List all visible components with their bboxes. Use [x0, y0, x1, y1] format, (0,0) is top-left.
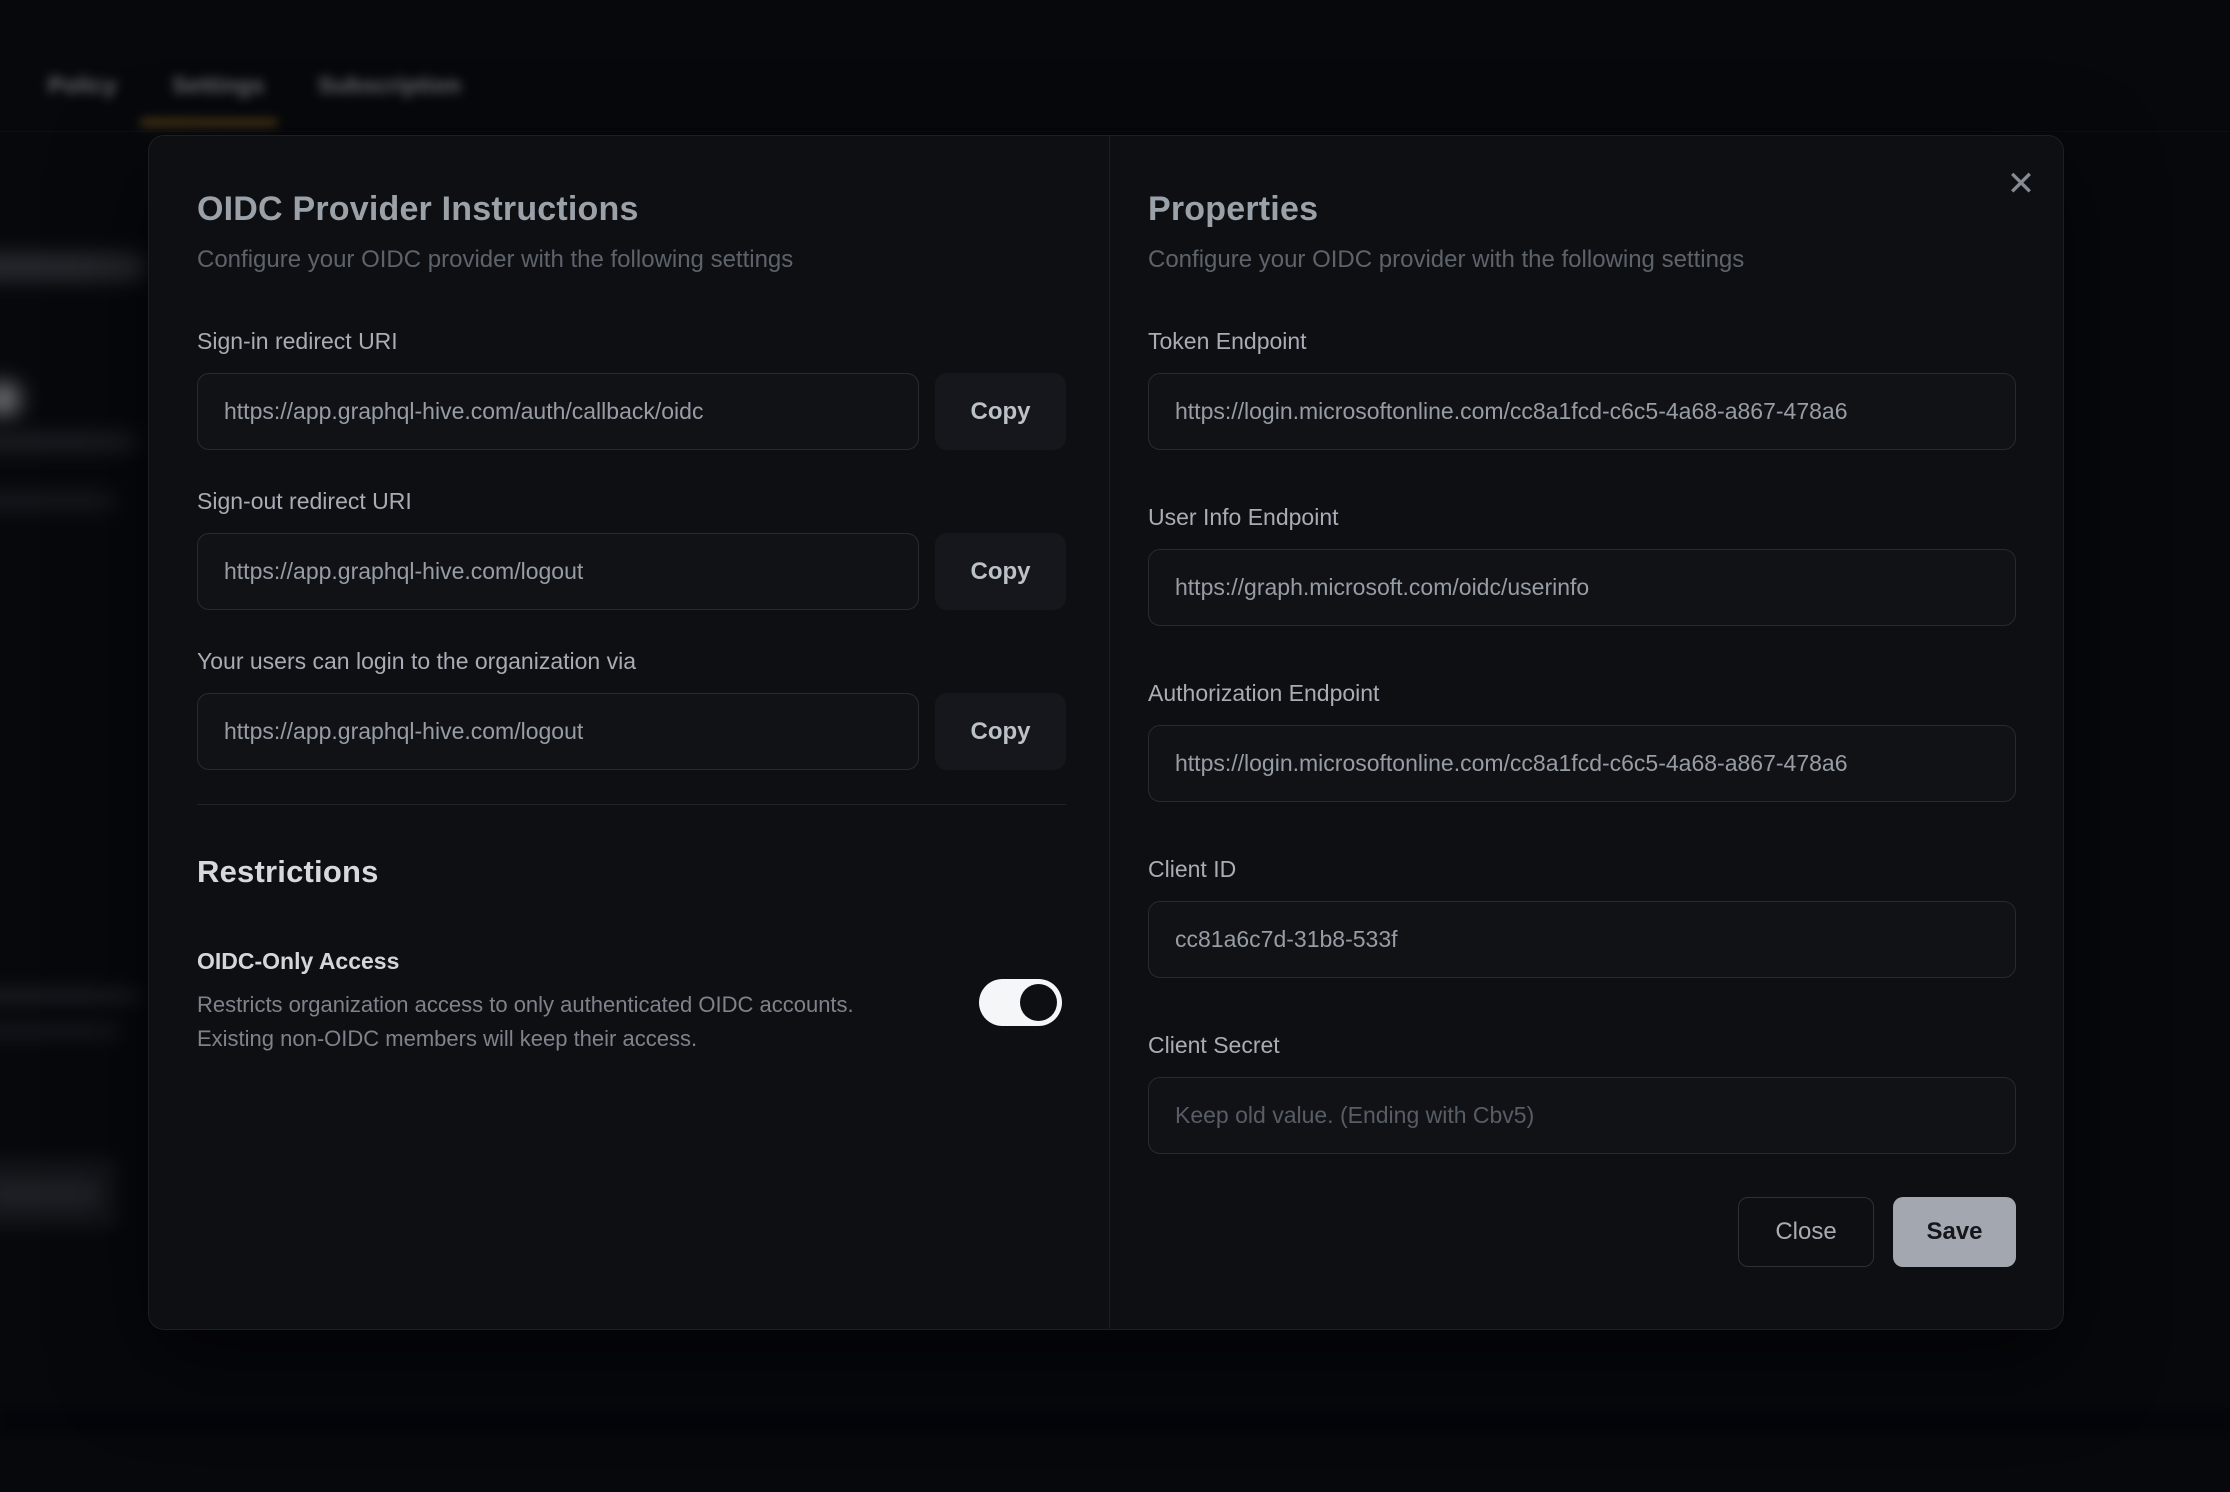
- right-column-subtitle: Configure your OIDC provider with the fo…: [1148, 246, 1744, 274]
- signout-redirect-label: Sign-out redirect URI: [197, 488, 412, 515]
- toggle-thumb: [1020, 984, 1057, 1021]
- left-column-subtitle: Configure your OIDC provider with the fo…: [197, 246, 793, 274]
- oidc-only-access-toggle[interactable]: [979, 979, 1062, 1026]
- left-column-title: OIDC Provider Instructions: [197, 190, 639, 229]
- oidc-only-access-description-1: Restricts organization access to only au…: [197, 988, 854, 1022]
- client-secret-label: Client Secret: [1148, 1032, 1280, 1059]
- authorization-endpoint-input[interactable]: [1148, 725, 2016, 802]
- section-divider: [197, 804, 1066, 805]
- column-divider: [1109, 136, 1110, 1329]
- restrictions-heading: Restrictions: [197, 854, 379, 890]
- oidc-settings-dialog: ✕ OIDC Provider Instructions Configure y…: [148, 135, 2064, 1330]
- signout-redirect-input[interactable]: [197, 533, 919, 610]
- client-id-label: Client ID: [1148, 856, 1236, 883]
- signin-redirect-label: Sign-in redirect URI: [197, 328, 398, 355]
- copy-signin-button[interactable]: Copy: [935, 373, 1066, 450]
- login-via-input[interactable]: [197, 693, 919, 770]
- copy-login-via-button[interactable]: Copy: [935, 693, 1066, 770]
- right-column-title: Properties: [1148, 190, 1318, 229]
- userinfo-endpoint-input[interactable]: [1148, 549, 2016, 626]
- close-icon[interactable]: ✕: [1997, 160, 2045, 208]
- login-via-label: Your users can login to the organization…: [197, 648, 636, 675]
- signin-redirect-input[interactable]: [197, 373, 919, 450]
- authorization-endpoint-label: Authorization Endpoint: [1148, 680, 1379, 707]
- close-button[interactable]: Close: [1738, 1197, 1874, 1267]
- client-id-input[interactable]: [1148, 901, 2016, 978]
- oidc-only-access-label: OIDC-Only Access: [197, 948, 399, 975]
- save-button[interactable]: Save: [1893, 1197, 2016, 1267]
- token-endpoint-input[interactable]: [1148, 373, 2016, 450]
- copy-signout-button[interactable]: Copy: [935, 533, 1066, 610]
- oidc-only-access-description-2: Existing non-OIDC members will keep thei…: [197, 1022, 697, 1056]
- token-endpoint-label: Token Endpoint: [1148, 328, 1307, 355]
- client-secret-input[interactable]: [1148, 1077, 2016, 1154]
- userinfo-endpoint-label: User Info Endpoint: [1148, 504, 1339, 531]
